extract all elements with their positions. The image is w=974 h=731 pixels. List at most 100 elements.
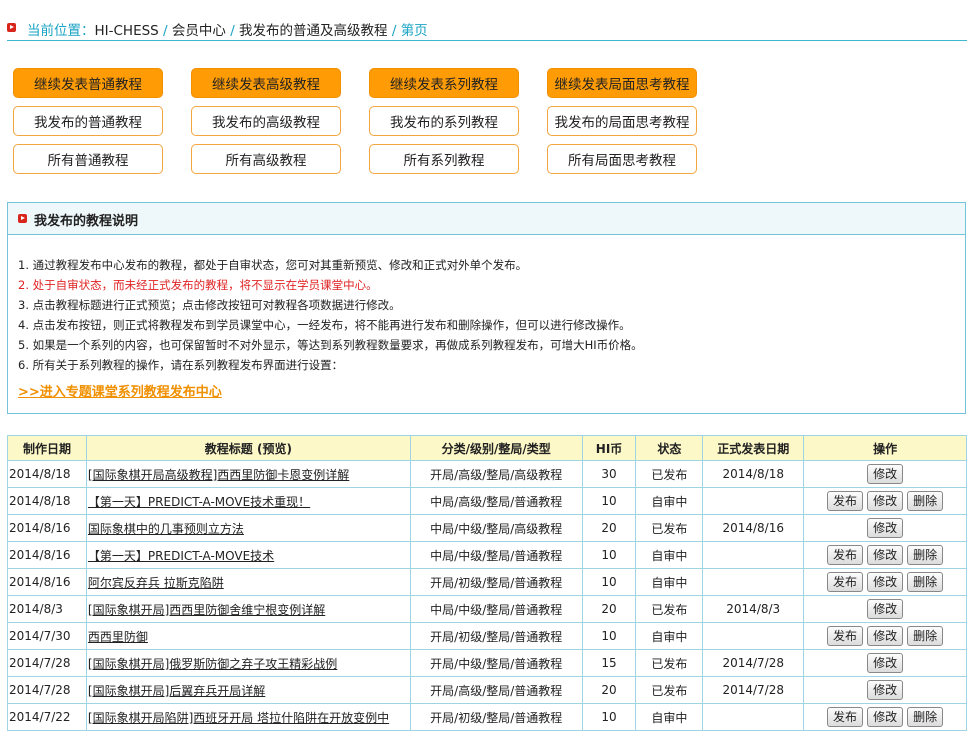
instruction-item: 6. 所有关于系列教程的操作，请在系列教程发布界面进行设置： [18,358,344,372]
cell-category: 开局/中级/整局/普通教程 [409,649,583,677]
my-position-button[interactable]: 我发布的局面思考教程 [547,106,697,136]
breadcrumb-my-tutorials[interactable]: 我发布的普通及高级教程 [239,23,388,39]
cell-actions: 发布 修改 删除 [803,568,967,596]
continue-series-button[interactable]: 继续发表系列教程 [369,68,519,98]
cell-date: 2014/7/28 [7,676,87,704]
cell-actions: 修改 [803,460,967,488]
cell-publish-date: 2014/8/18 [702,460,805,488]
series-publish-center-link[interactable]: >>进入专题课堂系列教程发布中心 [18,381,222,400]
cell-title: 西西里防御 [85,622,411,650]
tutorial-title-link[interactable]: 国际象棋中的几事预则立方法 [88,522,244,536]
my-normal-button[interactable]: 我发布的普通教程 [13,106,163,136]
arrow-bullet-icon [18,214,27,223]
cell-category: 开局/高级/整局/普通教程 [409,676,583,704]
tutorial-title-link[interactable]: 【第一天】PREDICT-A-MOVE技术重现！ [88,495,310,509]
instruction-list: 1. 通过教程发布中心发布的教程，都处于自审状态，您可对其重新预览、修改和正式对… [18,255,643,375]
publish-button[interactable]: 发布 [827,572,864,592]
publish-button[interactable]: 发布 [827,626,864,646]
cell-actions: 修改 [803,514,967,542]
cell-date: 2014/8/18 [7,460,87,488]
tutorial-title-link[interactable]: 【第一天】PREDICT-A-MOVE技术 [88,549,274,563]
all-advanced-button[interactable]: 所有高级教程 [191,144,341,174]
all-series-button[interactable]: 所有系列教程 [369,144,519,174]
table-row: 2014/7/22 [国际象棋开局陷阱]西班牙开局 塔拉什陷阱在开放变例中 开局/初… [7,703,967,731]
edit-button[interactable]: 修改 [867,707,904,727]
edit-button[interactable]: 修改 [867,464,904,484]
cell-date: 2014/7/30 [7,622,87,650]
cell-title: [国际象棋开局陷阱]西班牙开局 塔拉什陷阱在开放变例中 [85,703,411,731]
breadcrumb-prefix: 当前位置： [27,23,95,39]
cell-status: 自审中 [635,568,704,596]
breadcrumb-home[interactable]: HI-CHESS [95,23,159,39]
tutorial-title-link[interactable]: [国际象棋开局陷阱]西班牙开局 塔拉什陷阱在开放变例中 [88,711,389,725]
cell-status: 已发布 [635,676,704,704]
tutorial-table: 制作日期 教程标题 (预览) 分类/级别/整局/类型 HI币 状态 正式发表日期… [7,435,967,731]
cell-title: 【第一天】PREDICT-A-MOVE技术 [85,541,411,569]
col-header-category: 分类/级别/整局/类型 [409,435,583,461]
cell-actions: 发布 修改 删除 [803,541,967,569]
cell-actions: 修改 [803,649,967,677]
cell-publish-date: 2014/7/28 [702,676,805,704]
all-normal-button[interactable]: 所有普通教程 [13,144,163,174]
tutorial-title-link[interactable]: [国际象棋开局]西西里防御舍维宁根变例详解 [88,603,325,617]
cell-publish-date: 2014/8/3 [702,595,805,623]
cell-actions: 发布 修改 删除 [803,622,967,650]
breadcrumb: 当前位置：HI-CHESS / 会员中心 / 我发布的普通及高级教程 / 第页 [7,18,967,41]
edit-button[interactable]: 修改 [867,626,904,646]
continue-position-button[interactable]: 继续发表局面思考教程 [547,68,697,98]
cell-actions: 发布 修改 删除 [803,487,967,515]
cell-hi-coin: 10 [581,568,637,596]
publish-button[interactable]: 发布 [827,491,864,511]
tutorial-title-link[interactable]: 西西里防御 [88,630,148,644]
cell-date: 2014/7/22 [7,703,87,731]
cell-title: [国际象棋开局高级教程]西西里防御卡恩变例详解 [85,460,411,488]
edit-button[interactable]: 修改 [867,653,904,673]
delete-button[interactable]: 删除 [907,707,944,727]
edit-button[interactable]: 修改 [867,680,904,700]
delete-button[interactable]: 删除 [907,491,944,511]
cell-actions: 修改 [803,676,967,704]
tutorial-title-link[interactable]: 阿尔宾反弃兵 拉斯克陷阱 [88,576,224,590]
cell-date: 2014/7/28 [7,649,87,677]
cell-title: [国际象棋开局]西西里防御舍维宁根变例详解 [85,595,411,623]
cell-status: 自审中 [635,541,704,569]
my-series-button[interactable]: 我发布的系列教程 [369,106,519,136]
cell-status: 已发布 [635,649,704,677]
table-row: 2014/8/16 国际象棋中的几事预则立方法 中局/中级/整局/高级教程 20 已发布… [7,514,967,542]
delete-button[interactable]: 删除 [907,626,944,646]
continue-advanced-button[interactable]: 继续发表高级教程 [191,68,341,98]
delete-button[interactable]: 删除 [907,545,944,565]
all-position-button[interactable]: 所有局面思考教程 [547,144,697,174]
publish-button[interactable]: 发布 [827,545,864,565]
publish-button[interactable]: 发布 [827,707,864,727]
tutorial-title-link[interactable]: [国际象棋开局高级教程]西西里防御卡恩变例详解 [88,468,349,482]
cell-hi-coin: 10 [581,487,637,515]
col-header-date: 制作日期 [7,435,87,461]
edit-button[interactable]: 修改 [867,545,904,565]
edit-button[interactable]: 修改 [867,599,904,619]
edit-button[interactable]: 修改 [867,491,904,511]
instruction-item: 1. 通过教程发布中心发布的教程，都处于自审状态，您可对其重新预览、修改和正式对… [18,258,528,272]
continue-normal-button[interactable]: 继续发表普通教程 [13,68,163,98]
edit-button[interactable]: 修改 [867,518,904,538]
edit-button[interactable]: 修改 [867,572,904,592]
cell-hi-coin: 30 [581,460,637,488]
table-row: 2014/8/3 [国际象棋开局]西西里防御舍维宁根变例详解 中局/中级/整局/普通… [7,595,967,623]
cell-hi-coin: 10 [581,703,637,731]
instruction-item: 4. 点击发布按钮，则正式将教程发布到学员课堂中心，一经发布，将不能再进行发布和… [18,318,631,332]
delete-button[interactable]: 删除 [907,572,944,592]
tutorial-title-link[interactable]: [国际象棋开局]俄罗斯防御之弃子攻王精彩战例 [88,657,337,671]
cell-publish-date [702,703,805,731]
cell-category: 开局/初级/整局/普通教程 [409,703,583,731]
tutorial-title-link[interactable]: [国际象棋开局]后翼弃兵开局详解 [88,684,265,698]
cell-category: 中局/高级/整局/普通教程 [409,487,583,515]
cell-category: 中局/中级/整局/高级教程 [409,514,583,542]
table-row: 2014/7/28 [国际象棋开局]后翼弃兵开局详解 开局/高级/整局/普通教程 20… [7,676,967,704]
instruction-item: 3. 点击教程标题进行正式预览；点击修改按钮可对教程各项数据进行修改。 [18,298,401,312]
cell-category: 开局/初级/整局/普通教程 [409,568,583,596]
breadcrumb-sep: / [158,23,172,39]
cell-actions: 修改 [803,595,967,623]
cell-date: 2014/8/3 [7,595,87,623]
breadcrumb-member-center[interactable]: 会员中心 [172,23,226,39]
my-advanced-button[interactable]: 我发布的高级教程 [191,106,341,136]
